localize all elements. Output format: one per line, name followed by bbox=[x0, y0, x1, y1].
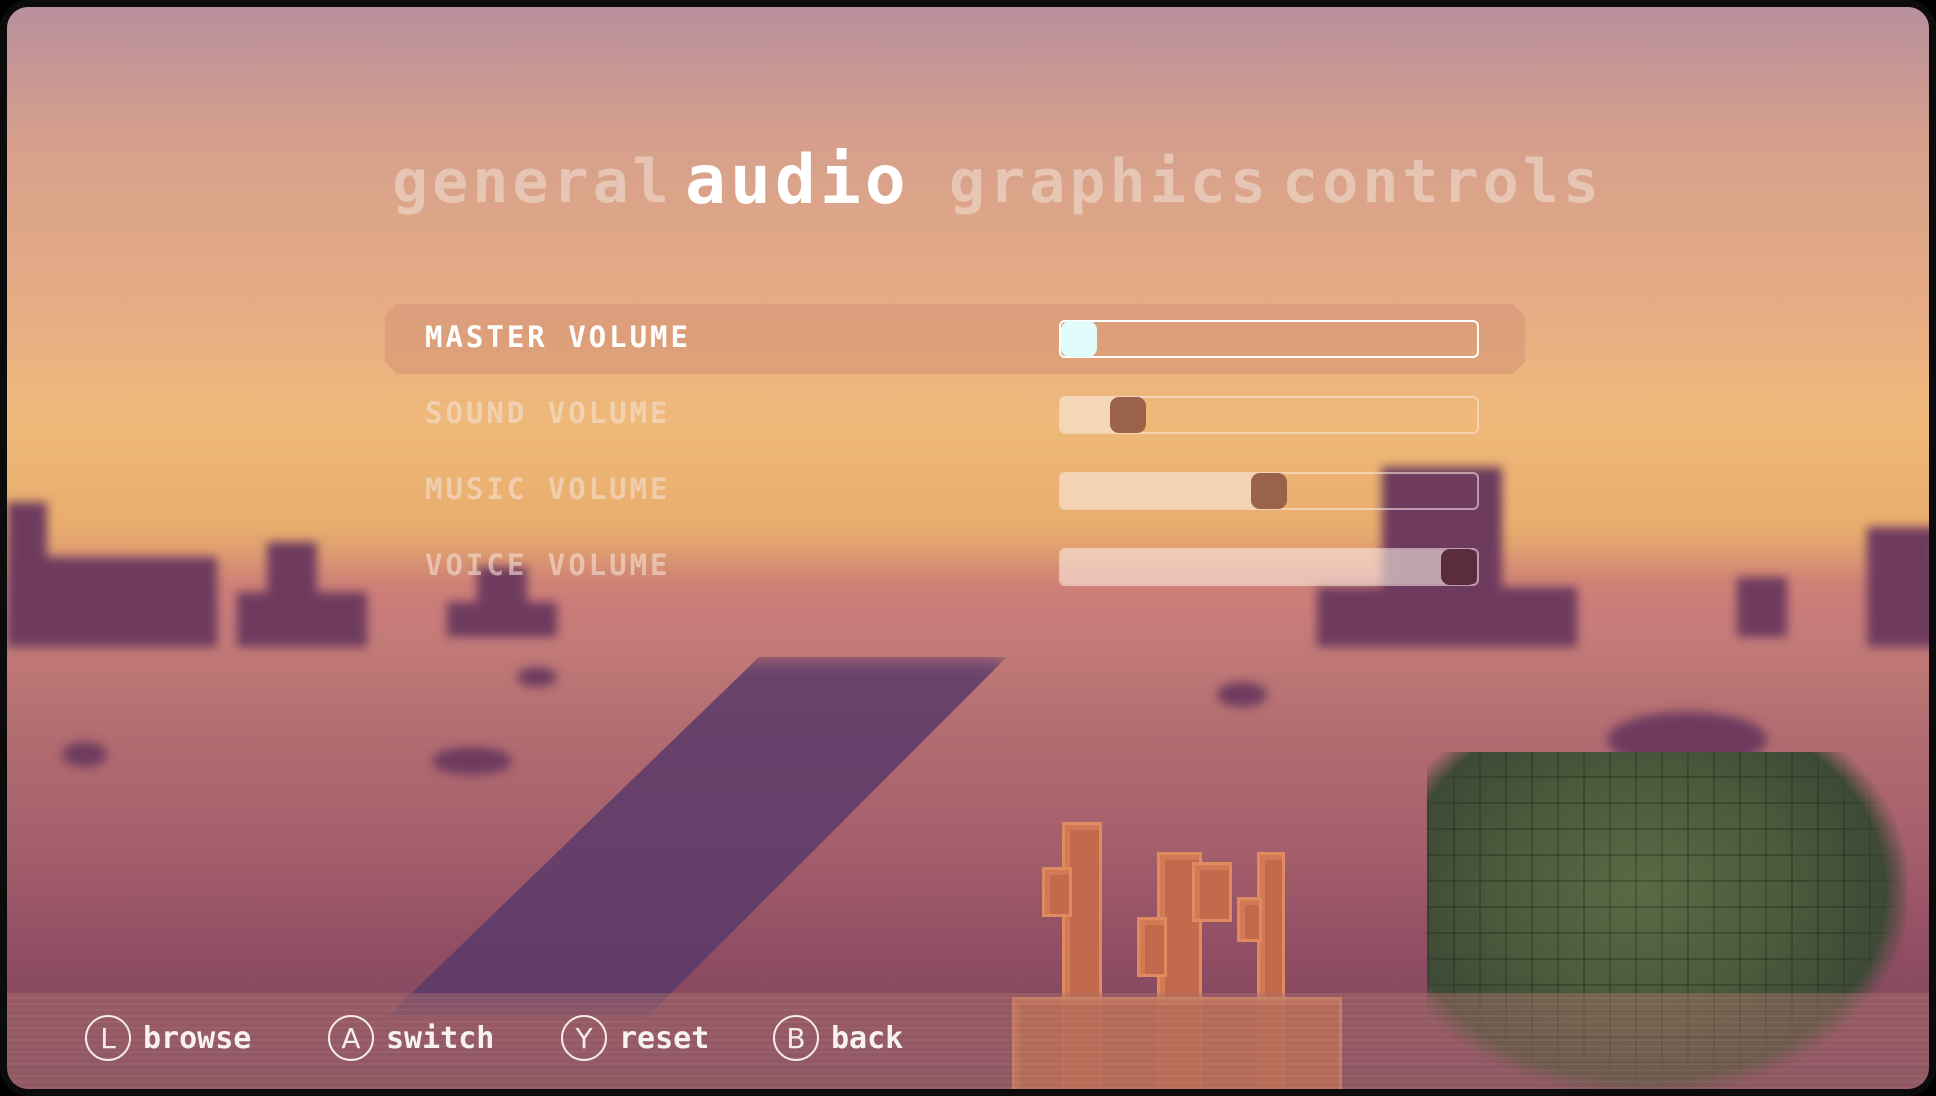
sound-volume-row[interactable]: SOUND VOLUME bbox=[385, 380, 1525, 456]
slider-fill bbox=[1061, 474, 1269, 508]
slider-knob[interactable] bbox=[1061, 321, 1097, 357]
reset-label: reset bbox=[619, 1020, 710, 1056]
tab-graphics[interactable]: graphics bbox=[949, 147, 1270, 217]
master-volume-row[interactable]: MASTER VOLUME bbox=[385, 304, 1525, 380]
slider-knob[interactable] bbox=[1110, 397, 1147, 433]
tab-audio[interactable]: audio bbox=[685, 141, 910, 220]
l-button-icon: L bbox=[85, 1015, 131, 1061]
switch-label: switch bbox=[386, 1020, 495, 1056]
tab-controls[interactable]: controls bbox=[1282, 147, 1603, 217]
voice-volume-row[interactable]: VOICE VOLUME bbox=[385, 532, 1525, 608]
b-button-icon: B bbox=[773, 1015, 819, 1061]
master-volume-slider[interactable] bbox=[1059, 320, 1479, 358]
a-button-icon: A bbox=[328, 1015, 374, 1061]
audio-settings-list: MASTER VOLUME SOUND VOLUME MUSIC VOLUME … bbox=[385, 304, 1525, 608]
reset-hint[interactable]: Y reset bbox=[561, 1012, 709, 1064]
browse-label: browse bbox=[143, 1020, 252, 1056]
music-volume-row[interactable]: MUSIC VOLUME bbox=[385, 456, 1525, 532]
button-hints-bar: L browse A switch Y reset B back bbox=[7, 993, 1929, 1089]
voice-volume-label: VOICE VOLUME bbox=[425, 548, 671, 582]
back-label: back bbox=[831, 1020, 904, 1056]
sound-volume-label: SOUND VOLUME bbox=[425, 396, 671, 430]
switch-hint[interactable]: A switch bbox=[328, 1012, 494, 1064]
slider-knob[interactable] bbox=[1251, 473, 1287, 509]
tab-general[interactable]: general bbox=[392, 147, 673, 217]
browse-hint[interactable]: L browse bbox=[85, 1012, 251, 1064]
settings-tabs: general audio graphics controls bbox=[387, 141, 1599, 227]
slider-knob[interactable] bbox=[1441, 549, 1477, 585]
y-button-icon: Y bbox=[561, 1015, 607, 1061]
music-volume-label: MUSIC VOLUME bbox=[425, 472, 671, 506]
game-settings-screen: general audio graphics controls MASTER V… bbox=[0, 0, 1936, 1096]
music-volume-slider[interactable] bbox=[1059, 472, 1479, 510]
back-hint[interactable]: B back bbox=[773, 1012, 903, 1064]
sound-volume-slider[interactable] bbox=[1059, 396, 1479, 434]
voice-volume-slider[interactable] bbox=[1059, 548, 1479, 586]
slider-fill bbox=[1061, 550, 1459, 584]
master-volume-label: MASTER VOLUME bbox=[425, 320, 691, 354]
